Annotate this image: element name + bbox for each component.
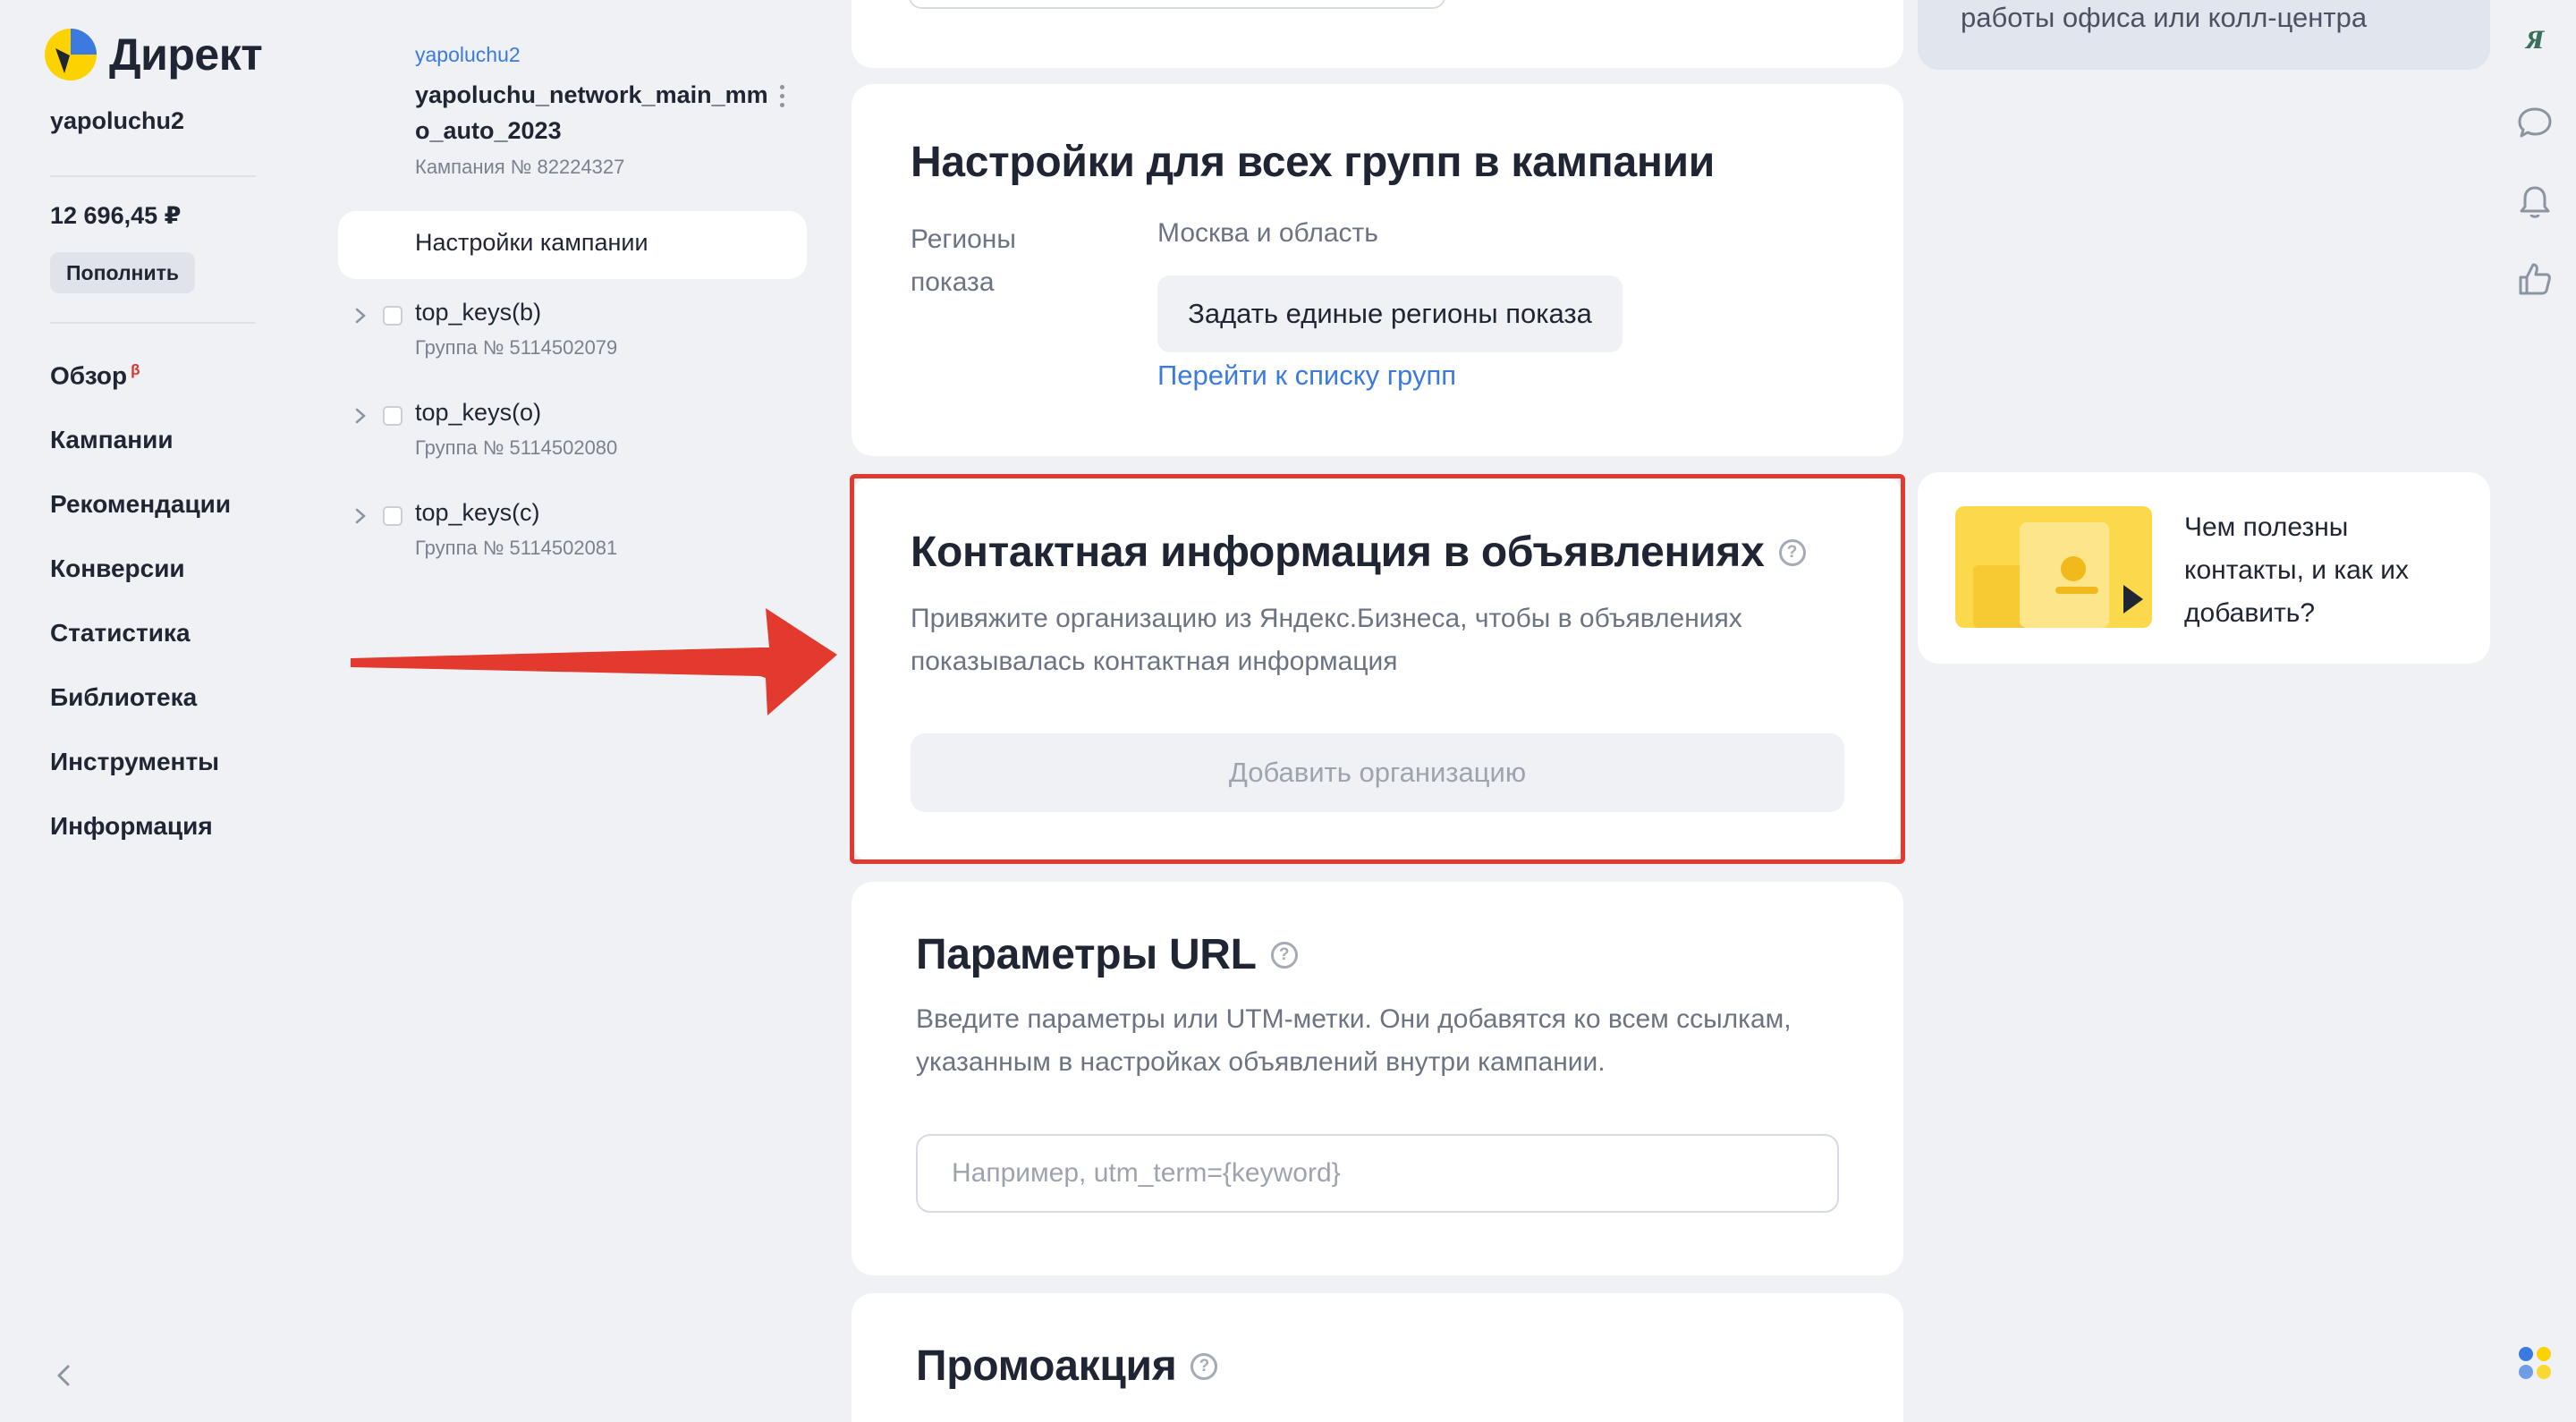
group-settings-title: Настройки для всех групп в кампании (911, 139, 1715, 186)
topup-button[interactable]: Пополнить (50, 252, 195, 293)
ya-icon[interactable]: Я (2515, 20, 2555, 59)
campaign-number: Кампания № 82224327 (415, 156, 625, 178)
campaign-owner-login[interactable]: yapoluchu2 (415, 43, 521, 67)
direct-logo-icon (45, 29, 97, 80)
set-regions-button[interactable]: Задать единые регионы показа (1157, 275, 1623, 352)
nav-item-tools[interactable]: Инструменты (50, 748, 219, 776)
settings-card-partial (852, 0, 1903, 68)
logo[interactable]: Директ (43, 27, 263, 82)
url-params-input[interactable] (916, 1134, 1839, 1213)
video-thumbnail (1955, 506, 2152, 628)
tree-group-item[interactable]: top_keys(b) Группа № 5114502079 (351, 299, 798, 370)
more-options-icon[interactable] (773, 82, 791, 113)
regions-value: Москва и область (1157, 218, 1378, 248)
add-organization-button[interactable]: Добавить организацию (911, 733, 1844, 812)
nav-item-label: Обзор (50, 361, 128, 390)
url-params-header: Параметры URL ? (916, 930, 1298, 979)
tree-item-label: Настройки кампании (415, 229, 648, 256)
tree-item-campaign-settings[interactable]: Настройки кампании (338, 211, 807, 279)
tip-text: работы офиса или колл-центра (1961, 2, 2368, 33)
chevron-right-icon[interactable] (351, 406, 370, 426)
nav-item-recommendations[interactable]: Рекомендации (50, 490, 231, 519)
group-name: top_keys(o) (415, 399, 542, 426)
help-icon[interactable]: ? (1191, 1352, 1218, 1380)
thumbs-up-icon[interactable] (2515, 259, 2555, 299)
url-params-description: Введите параметры или UTM-метки. Они доб… (916, 1004, 1792, 1077)
collapse-sidebar-icon[interactable] (50, 1361, 79, 1390)
nav-item-information[interactable]: Информация (50, 812, 213, 841)
svg-text:Я: Я (2525, 25, 2546, 55)
nav-item-statistics[interactable]: Статистика (50, 619, 191, 648)
nav-item-library[interactable]: Библиотека (50, 683, 197, 712)
group-name: top_keys(b) (415, 299, 542, 326)
campaign-name: yapoluchu_network_main_mmo_auto_2023 (415, 81, 768, 144)
contact-info-title: Контактная информация в объявлениях (911, 529, 1765, 576)
tip-card-text: Чем полезны контакты, и как их добавить? (2184, 512, 2410, 628)
promo-header: Промоакция ? (916, 1342, 1218, 1391)
groups-list-link[interactable]: Перейти к списку групп (1157, 360, 1456, 392)
account-balance: 12 696,45 ₽ (50, 202, 182, 229)
logo-text: Директ (109, 30, 263, 80)
regions-label: Регионы показа (911, 224, 1016, 297)
tree-group-item[interactable]: top_keys(c) Группа № 5114502081 (351, 499, 798, 571)
help-icon[interactable]: ? (1270, 941, 1298, 969)
red-arrow-annotation (351, 608, 837, 715)
contact-info-header: Контактная информация в объявлениях ? (911, 528, 1806, 577)
account-username[interactable]: yapoluchu2 (50, 107, 184, 135)
tip-card-partial[interactable]: работы офиса или колл-центра (1918, 0, 2490, 70)
group-checkbox[interactable] (383, 306, 402, 326)
url-params-title: Параметры URL (916, 931, 1257, 978)
chevron-right-icon[interactable] (351, 306, 370, 326)
chevron-right-icon[interactable] (351, 506, 370, 526)
nav-item-conversions[interactable]: Конверсии (50, 554, 185, 583)
nav-item-campaigns[interactable]: Кампании (50, 426, 174, 454)
group-number: Группа № 5114502079 (415, 336, 618, 359)
nav-item-overview[interactable]: Обзор β (50, 361, 140, 390)
group-checkbox[interactable] (383, 506, 402, 526)
apps-icon[interactable] (2515, 1343, 2555, 1383)
help-icon[interactable]: ? (1778, 538, 1806, 566)
chat-icon[interactable] (2515, 104, 2555, 143)
contacts-video-tip-card[interactable]: Чем полезны контакты, и как их добавить? (1918, 472, 2490, 664)
group-number: Группа № 5114502081 (415, 537, 618, 559)
group-name: top_keys(c) (415, 499, 540, 526)
tree-group-item[interactable]: top_keys(o) Группа № 5114502080 (351, 399, 798, 470)
nav-divider (50, 322, 256, 324)
beta-badge: β (131, 361, 140, 378)
bell-icon[interactable] (2515, 182, 2555, 222)
nav-divider (50, 175, 256, 177)
contact-info-description: Привяжите организацию из Яндекс.Бизнеса,… (911, 604, 1742, 676)
partial-input-field[interactable] (909, 0, 1445, 9)
group-number: Группа № 5114502080 (415, 436, 618, 459)
promo-title: Промоакция (916, 1342, 1177, 1390)
group-checkbox[interactable] (383, 406, 402, 426)
